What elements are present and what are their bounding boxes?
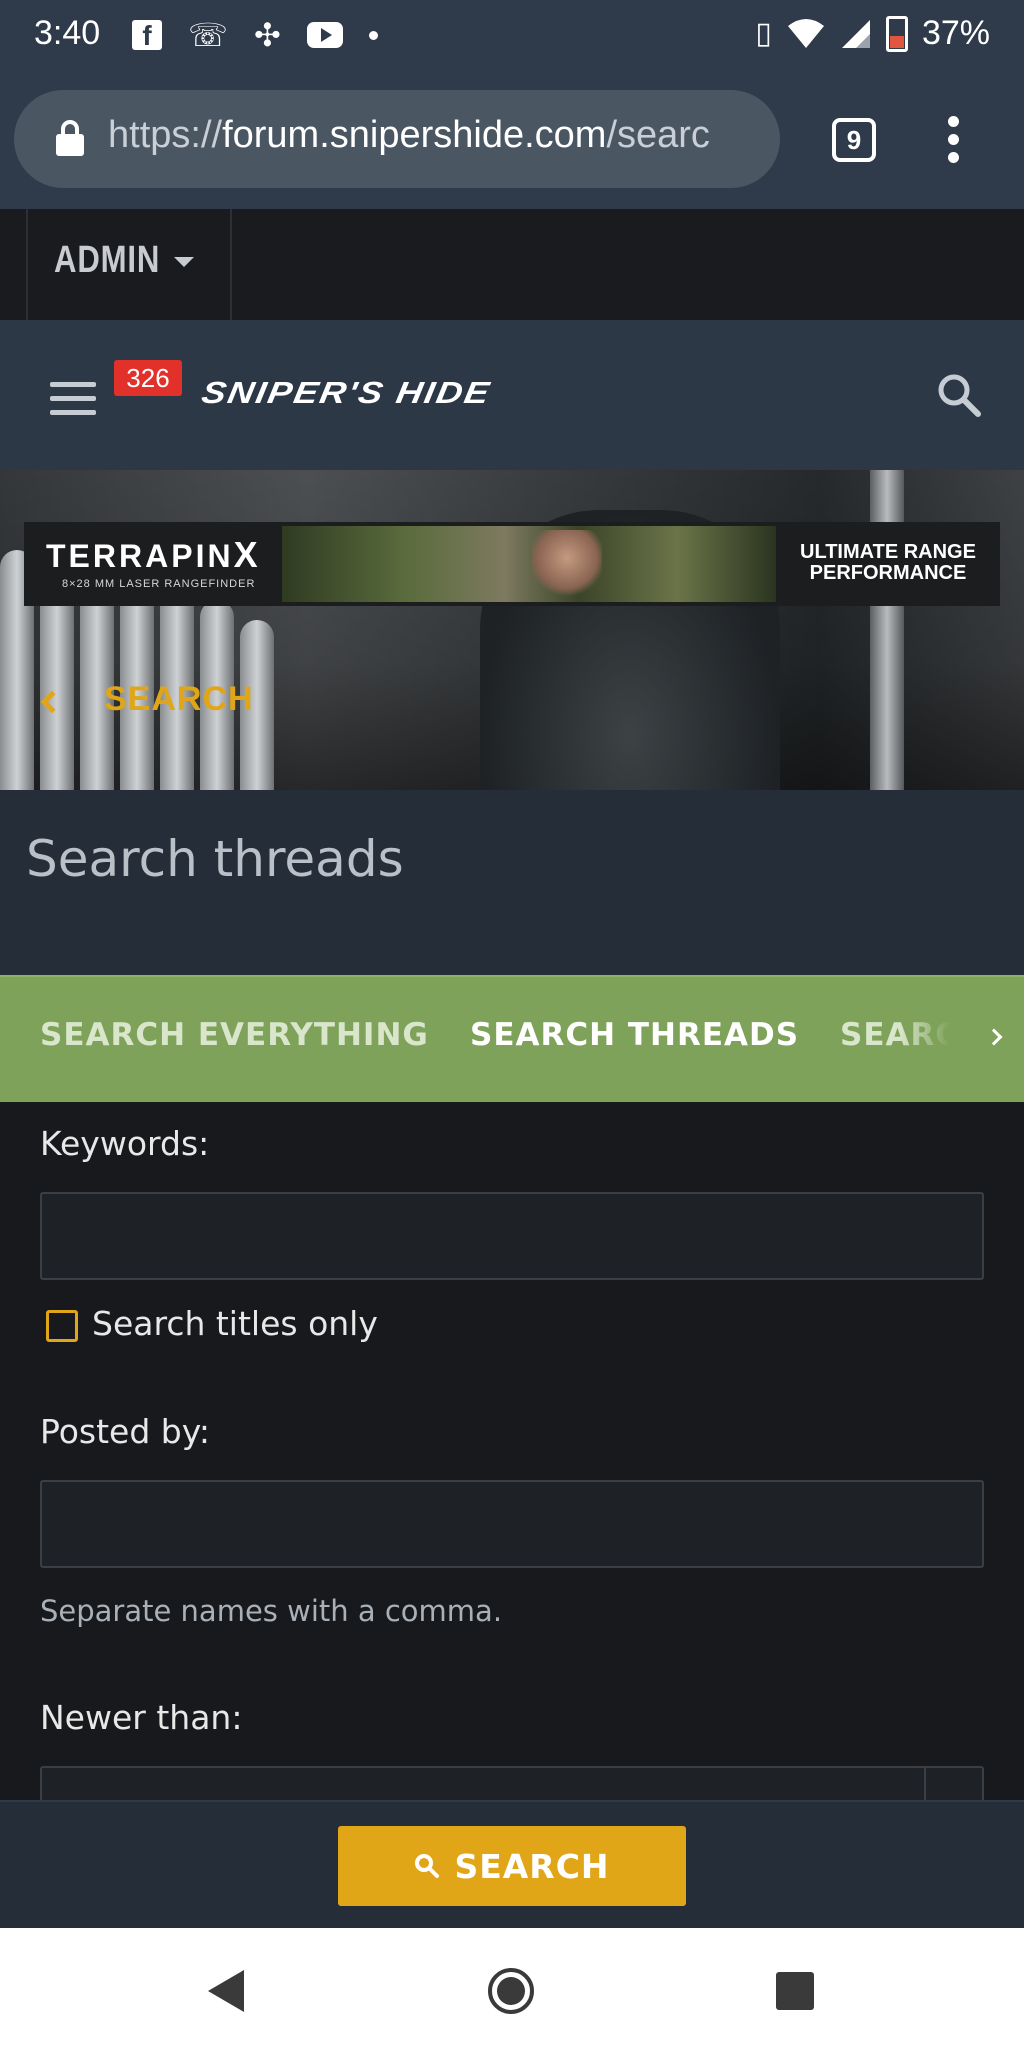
ad-image xyxy=(282,526,776,602)
status-bar: 3:40 f ☏ ✣ ▯ 37% xyxy=(0,0,1024,70)
url-scheme: https:// xyxy=(108,114,223,156)
posted-by-label: Posted by: xyxy=(40,1412,210,1451)
titles-only-checkbox[interactable] xyxy=(46,1310,78,1342)
caret-down-icon xyxy=(174,257,194,267)
dot-icon xyxy=(368,30,378,40)
newer-than-input[interactable] xyxy=(40,1766,984,1802)
search-icon xyxy=(415,1854,440,1878)
search-tabs: SEARCH EVERYTHING SEARCH THREADS SEARCH xyxy=(0,975,1024,1102)
admin-menu-button[interactable]: ADMIN xyxy=(26,209,232,320)
missed-call-icon: ☏ xyxy=(188,16,229,54)
admin-label: ADMIN xyxy=(54,239,161,281)
advertisement-banner[interactable]: TERRAPINX 8×28 MM LASER RANGEFINDER ULTI… xyxy=(24,522,1000,606)
search-submit-button[interactable]: SEARCH xyxy=(338,1826,686,1906)
page-title: Search threads xyxy=(26,830,404,888)
system-icons: ▯ 37% xyxy=(755,14,990,53)
tab-switcher-button[interactable]: 9 xyxy=(832,118,876,162)
calendar-icon[interactable] xyxy=(924,1768,984,1802)
pinwheel-icon: ✣ xyxy=(254,16,281,54)
vibrate-icon: ▯ xyxy=(755,17,772,50)
tab-search-everything[interactable]: SEARCH EVERYTHING xyxy=(40,1017,429,1053)
ad-tagline: ULTIMATE RANGE PERFORMANCE xyxy=(800,541,976,584)
ad-brand: TERRAPINX xyxy=(46,534,261,575)
breadcrumb[interactable]: SEARCH xyxy=(40,680,254,719)
url-path: /searc xyxy=(606,114,710,156)
battery-percent: 37% xyxy=(921,14,990,52)
notification-icons: f ☏ ✣ xyxy=(132,16,378,54)
url-bar[interactable]: https://forum.snipershide.com/searc xyxy=(14,90,780,188)
back-icon[interactable] xyxy=(208,1970,244,2012)
recent-apps-icon[interactable] xyxy=(776,1972,814,2010)
browser-toolbar: https://forum.snipershide.com/searc 9 xyxy=(0,70,1024,209)
url-text[interactable]: https://forum.snipershide.com/searc xyxy=(108,114,768,157)
newer-than-label: Newer than: xyxy=(40,1698,243,1737)
tab-search-threads[interactable]: SEARCH THREADS xyxy=(470,1017,799,1053)
signal-icon xyxy=(841,19,870,48)
hero-banner: TERRAPINX 8×28 MM LASER RANGEFINDER ULTI… xyxy=(0,470,1024,790)
wifi-icon xyxy=(787,18,824,48)
home-icon[interactable] xyxy=(488,1968,534,2014)
ad-subtitle: 8×28 MM LASER RANGEFINDER xyxy=(62,578,256,590)
search-button-label: SEARCH xyxy=(454,1846,610,1886)
youtube-icon xyxy=(306,22,343,48)
notification-badge[interactable]: 326 xyxy=(114,360,182,396)
search-form: Keywords: Search titles only Posted by: … xyxy=(0,1102,1024,1802)
browser-menu-icon[interactable] xyxy=(948,116,960,164)
search-icon[interactable] xyxy=(936,372,982,418)
hamburger-menu-icon[interactable] xyxy=(50,382,96,416)
breadcrumb-label: SEARCH xyxy=(104,680,254,718)
chevron-left-icon xyxy=(40,690,64,713)
keywords-input[interactable] xyxy=(40,1192,984,1280)
form-action-bar: SEARCH xyxy=(0,1800,1024,1928)
keywords-label: Keywords: xyxy=(40,1124,210,1163)
battery-icon xyxy=(885,15,908,52)
lock-icon xyxy=(56,120,84,156)
posted-by-input[interactable] xyxy=(40,1480,984,1568)
admin-bar: ADMIN xyxy=(0,209,1024,320)
url-host: forum.snipershide.com xyxy=(222,114,607,156)
page-title-bar: Search threads xyxy=(0,790,1024,975)
status-time: 3:40 xyxy=(34,14,101,52)
system-nav-bar xyxy=(0,1928,1024,2048)
site-logo[interactable]: SNIPER'S HIDE xyxy=(199,375,494,411)
titles-only-label[interactable]: Search titles only xyxy=(92,1304,378,1343)
site-header: 326 SNIPER'S HIDE xyxy=(0,320,1024,470)
facebook-icon: f xyxy=(132,20,162,51)
posted-by-hint: Separate names with a comma. xyxy=(40,1594,503,1628)
